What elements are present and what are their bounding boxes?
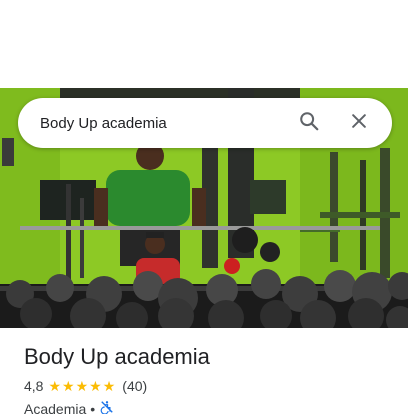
star-icon: ★ bbox=[62, 378, 75, 394]
star-icon: ★ bbox=[89, 378, 102, 394]
close-button[interactable] bbox=[344, 108, 374, 138]
rating-row[interactable]: 4,8 ★ ★ ★ ★ ★ (40) bbox=[24, 378, 147, 394]
search-query-text[interactable]: Body Up academia bbox=[18, 115, 294, 132]
star-icon: ★ bbox=[75, 378, 89, 394]
search-bar[interactable]: Body Up academia bbox=[18, 98, 392, 148]
star-icon: ★ bbox=[102, 378, 116, 394]
top-blank-area bbox=[0, 0, 408, 88]
star-icon: ★ bbox=[48, 378, 62, 394]
close-icon bbox=[349, 111, 369, 136]
place-title: Body Up academia bbox=[24, 344, 210, 369]
rating-value: 4,8 bbox=[24, 378, 44, 394]
star-rating: ★ ★ ★ ★ ★ bbox=[48, 379, 116, 393]
place-category: Academia bbox=[24, 400, 87, 417]
no-wheelchair-accessible-icon bbox=[100, 400, 114, 417]
search-button[interactable] bbox=[294, 108, 324, 138]
search-icon bbox=[298, 110, 320, 137]
review-count[interactable]: (40) bbox=[122, 378, 147, 394]
category-row: Academia • bbox=[24, 400, 114, 417]
separator-dot: • bbox=[90, 400, 96, 417]
